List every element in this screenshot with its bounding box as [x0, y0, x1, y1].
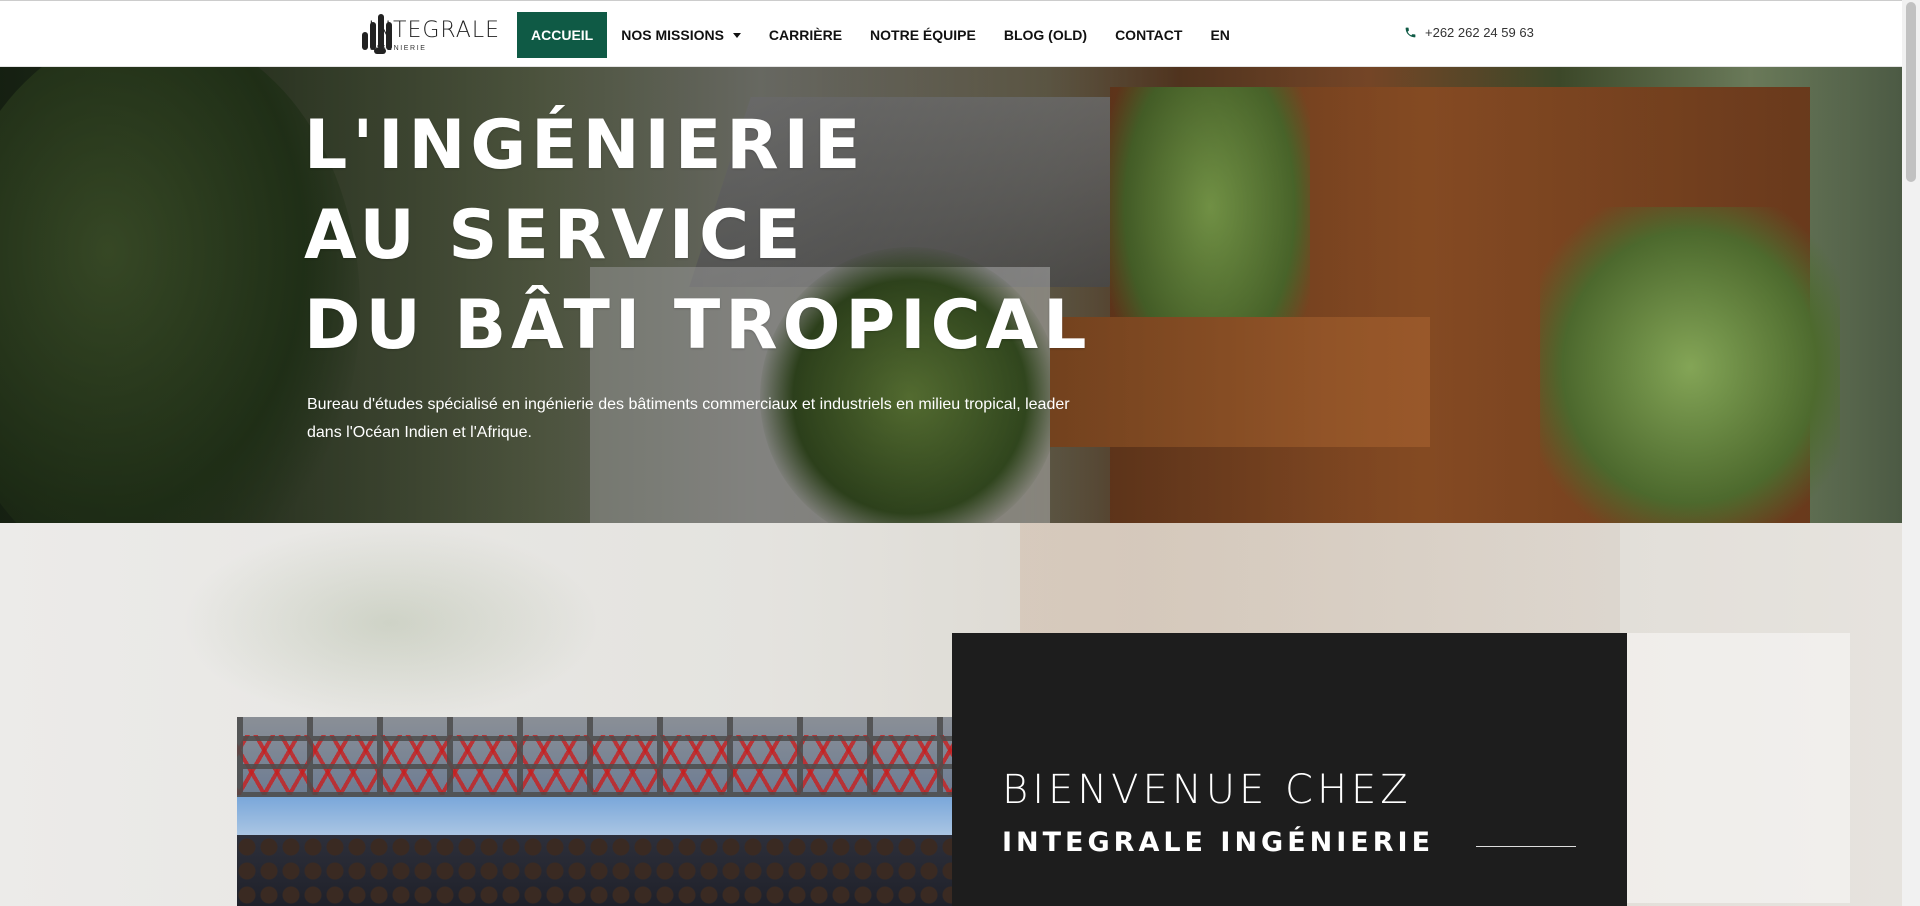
nav-blog-label: Blog (old) [1003, 27, 1088, 43]
hero-title: L'INGÉNIERIE AU SERVICE DU BÂTI TROPICAL [304, 101, 1091, 371]
welcome-heading: BIENVENUE CHEZ [1002, 767, 1412, 813]
nav-accueil-label: Accueil [531, 27, 594, 43]
hero-title-line: L'INGÉNIERIE [304, 106, 866, 185]
nav-blog[interactable]: Blog (old) [990, 12, 1101, 58]
nav-notre-equipe-label: Notre équipe [870, 27, 976, 43]
hero-title-line: DU BÂTI TROPICAL [304, 286, 1092, 365]
nav-language-label: EN [1210, 27, 1230, 43]
welcome-company-name: INTEGRALE INGÉNIERIE [1002, 827, 1435, 858]
team-photo-pergola [237, 717, 952, 797]
welcome-divider [1476, 846, 1576, 847]
nav-accueil[interactable]: Accueil [517, 12, 608, 58]
hero-title-line: AU SERVICE [304, 196, 806, 275]
phone-icon [1405, 27, 1416, 38]
nav-language-en[interactable]: EN [1196, 12, 1243, 58]
team-photo-people [237, 835, 952, 906]
phone-link[interactable]: +262 262 24 59 63 [1404, 25, 1534, 40]
team-photo [237, 717, 952, 906]
caret-down-icon [732, 32, 741, 38]
logo[interactable]: INTEGRALE INGENIERIE [360, 14, 500, 56]
nav-carriere-label: Carrière [768, 27, 843, 43]
site-header: INTEGRALE INGENIERIE Accueil Nos mission… [0, 0, 1902, 67]
nav-contact[interactable]: Contact [1101, 12, 1196, 58]
welcome-panel: BIENVENUE CHEZ INTEGRALE INGÉNIERIE [952, 633, 1627, 906]
nav-nos-missions-label: Nos missions [621, 27, 724, 43]
page-scrollbar[interactable] [1902, 0, 1920, 906]
bg-ghost-wall [1620, 633, 1850, 903]
nav-notre-equipe[interactable]: Notre équipe [856, 12, 990, 58]
nav-carriere[interactable]: Carrière [755, 12, 856, 58]
scrollbar-thumb[interactable] [1906, 2, 1916, 182]
logo-mark-icon [360, 14, 392, 54]
hero-section: L'INGÉNIERIE AU SERVICE DU BÂTI TROPICAL… [0, 67, 1902, 523]
bg-ghost-foliage [180, 523, 600, 723]
phone-number: +262 262 24 59 63 [1425, 25, 1534, 40]
hero-subtitle: Bureau d'études spécialisé en ingénierie… [307, 396, 1070, 441]
main-nav: Accueil Nos missions Carrière Notre équi… [517, 12, 1244, 58]
nav-contact-label: Contact [1115, 27, 1183, 43]
nav-nos-missions[interactable]: Nos missions [607, 12, 755, 58]
